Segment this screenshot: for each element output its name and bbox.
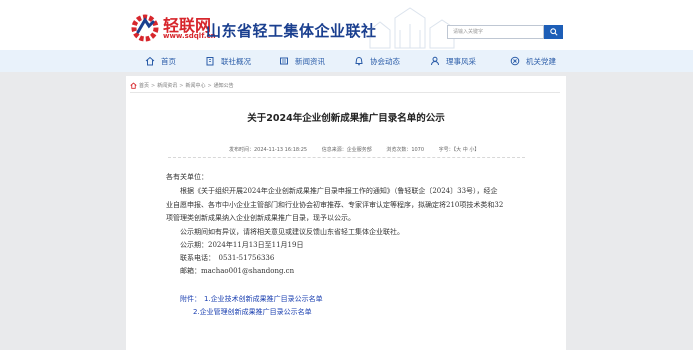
divider [168, 157, 525, 158]
nav-label: 协会动态 [370, 56, 400, 66]
breadcrumb-home[interactable]: 首页 [139, 82, 149, 89]
font-size-selector[interactable]: 字号：【大 中 小】 [439, 147, 480, 153]
contact-phone: 联系电话： 0531-51756336 [180, 254, 275, 262]
nav-label: 联社概况 [221, 56, 251, 66]
nav-item-association[interactable]: 协会动态 [354, 50, 400, 72]
gear-logo-icon [131, 14, 159, 42]
article-meta: 发布时间：2024-11-13 16:18:25 信息来源：企业服务部 浏览次数… [229, 146, 492, 153]
article-title: 关于2024年企业创新成果推广目录名单的公示 [247, 113, 445, 124]
nav-item-about[interactable]: 联社概况 [205, 50, 251, 72]
publish-time: 发布时间：2024-11-13 16:18:25 [229, 147, 308, 153]
nav-label: 机关党建 [526, 56, 556, 66]
breadcrumb-separator: > [151, 82, 156, 89]
attachments-label: 附件： [180, 295, 201, 303]
search-icon [549, 28, 558, 36]
nav-label: 首页 [161, 56, 176, 66]
breadcrumb-news-center[interactable]: 新闻中心 [185, 82, 205, 89]
info-source: 信息来源：企业服务部 [321, 147, 372, 153]
breadcrumb: 首页 > 新闻资讯 > 新闻中心 > 通知公告 [130, 82, 234, 89]
bell-icon [355, 57, 363, 66]
breadcrumb-separator: > [179, 82, 184, 89]
party-icon [510, 56, 520, 66]
home-icon [145, 56, 155, 66]
building-icon [206, 57, 214, 66]
building-illustration [369, 7, 455, 49]
salutation: 各有关单位： [166, 173, 208, 181]
breadcrumb-news[interactable]: 新闻资讯 [157, 82, 177, 89]
search-input[interactable]: 请输入关键字 [447, 25, 544, 39]
search-button[interactable] [544, 25, 563, 39]
paragraph-line: 项管理类创新成果纳入企业创新成果推广目录，现予以公示。 [166, 214, 355, 222]
attachment-link-1[interactable]: 1.企业技术创新成果推广目录公示名单 [204, 294, 323, 304]
contact-email: 邮箱：machao001@shandong.cn [180, 267, 295, 275]
nav-label: 新闻资讯 [295, 56, 325, 66]
view-count: 浏览次数：1070 [386, 147, 425, 153]
site-header: 轻联网 www.sdqlf.cn 山东省轻工集体企业联社 请输入关键字 [0, 0, 693, 50]
home-icon [130, 82, 137, 89]
divider [130, 92, 560, 93]
nav-item-party[interactable]: 机关党建 [510, 50, 556, 72]
breadcrumb-separator: > [207, 82, 212, 89]
breadcrumb-notice[interactable]: 通知公告 [214, 82, 234, 89]
person-icon [431, 56, 439, 66]
objection-note: 公示期间如有异议，请将相关意见或建议反馈山东省轻工集体企业联社。 [180, 228, 404, 236]
org-name: 山东省轻工集体企业联社 [206, 22, 377, 40]
main-nav: 首页 联社概况 新闻资讯 协会动态 理事风采 机关党建 [0, 50, 693, 72]
paragraph-line: 根据《关于组织开展2024年企业创新成果推广目录申报工作的通知》（鲁轻联企〔20… [180, 187, 498, 195]
paragraph-line: 业自愿申报、各市中小企业主管部门和行业协会初审推荐、专家评审认定等程序，拟确定将… [166, 201, 504, 209]
publicity-period: 公示期：2024年11月13日至11月19日 [180, 241, 304, 249]
site-logo[interactable]: 轻联网 www.sdqlf.cn [129, 12, 216, 46]
nav-item-directors[interactable]: 理事风采 [430, 50, 476, 72]
attachment-link-2[interactable]: 2.企业管理创新成果推广目录公示名单 [193, 307, 312, 317]
nav-item-news[interactable]: 新闻资讯 [279, 50, 325, 72]
nav-item-home[interactable]: 首页 [145, 50, 176, 72]
news-icon [280, 57, 288, 65]
nav-label: 理事风采 [446, 56, 476, 66]
